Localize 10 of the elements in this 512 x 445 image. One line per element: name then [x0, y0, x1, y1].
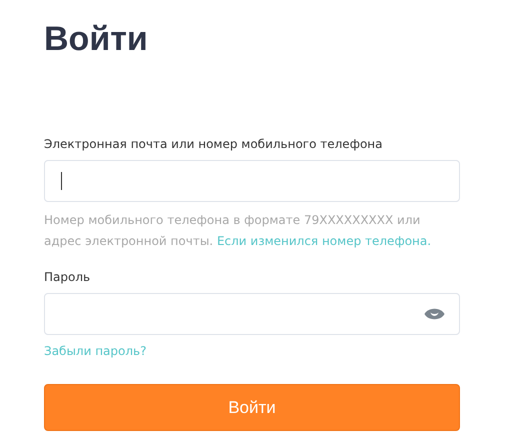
password-input-field[interactable] — [44, 293, 460, 335]
field-label: Пароль — [44, 269, 90, 285]
page-title: Войти — [44, 19, 148, 60]
forgot-password-link[interactable]: Забыли пароль? — [44, 342, 146, 360]
login-button[interactable]: Войти — [44, 384, 460, 431]
change-phone-link[interactable]: Если изменился номер телефона. — [216, 234, 432, 248]
login-input-field[interactable] — [44, 160, 460, 202]
field-label: Электронная почта или номер мобильного телефона — [44, 136, 382, 152]
hint-text: Номер мобильного телефона в формате 79XXXXXXXXX или адрес электронной почты. Если изменился номер телефона. — [44, 212, 432, 250]
eye-icon[interactable] — [424, 307, 445, 321]
